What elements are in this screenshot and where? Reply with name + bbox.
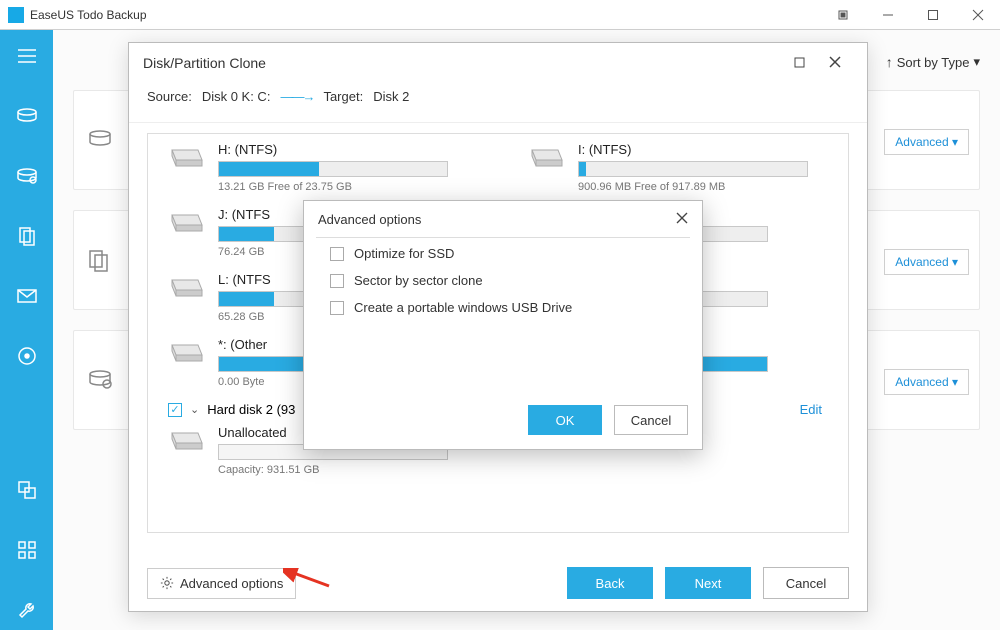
app-logo-icon [8, 7, 24, 23]
partition-capacity: Capacity: 931.51 GB [218, 464, 828, 476]
card-file-icon [88, 249, 110, 278]
disk-icon [528, 146, 564, 174]
disk-backup-icon[interactable] [0, 96, 53, 136]
disk-icon [168, 341, 204, 369]
sort-label: Sort by Type [897, 55, 970, 70]
dialog-title: Disk/Partition Clone [143, 55, 266, 71]
card-advanced-button[interactable]: Advanced ▾ [884, 249, 969, 275]
checkbox-icon[interactable] [330, 274, 344, 288]
card-disk-icon [88, 129, 112, 154]
popup-title: Advanced options [318, 212, 421, 227]
window-maximize-button[interactable] [910, 0, 955, 30]
window-minimize-button[interactable] [865, 0, 910, 30]
target-value: Disk 2 [373, 89, 409, 104]
advanced-options-popup: Advanced options Optimize for SSD Sector… [303, 200, 703, 450]
arrow-right-icon: ——→ [280, 89, 313, 104]
clone-icon[interactable] [0, 470, 53, 510]
smart-backup-icon[interactable] [0, 336, 53, 376]
chevron-down-icon[interactable]: ⌄ [190, 403, 199, 416]
edit-link[interactable]: Edit [800, 402, 822, 417]
cancel-button[interactable]: Cancel [763, 567, 849, 599]
partition-name: H: (NTFS) [218, 142, 468, 157]
sidebar [0, 30, 53, 630]
popup-ok-button[interactable]: OK [528, 405, 602, 435]
window-close-button[interactable] [955, 0, 1000, 30]
partition-free: 900.96 MB Free of 917.89 MB [578, 181, 828, 193]
tools-icon[interactable] [0, 590, 53, 630]
card-system-icon [88, 369, 112, 394]
disk-icon [168, 429, 204, 457]
app-title: EaseUS Todo Backup [30, 8, 147, 22]
dialog-maximize-button[interactable] [781, 56, 817, 71]
target-label: Target: [323, 89, 363, 104]
card-advanced-button[interactable]: Advanced ▾ [884, 369, 969, 395]
dropdown-caret-icon: ▾ [973, 54, 980, 70]
popup-cancel-button[interactable]: Cancel [614, 405, 688, 435]
source-value: Disk 0 K: C: [202, 89, 271, 104]
mail-backup-icon[interactable] [0, 276, 53, 316]
checkbox-icon[interactable] [330, 301, 344, 315]
back-button[interactable]: Back [567, 567, 653, 599]
option-optimize-ssd[interactable]: Optimize for SSD [330, 246, 676, 261]
option-portable-usb[interactable]: Create a portable windows USB Drive [330, 300, 676, 315]
dialog-close-button[interactable] [817, 56, 853, 71]
next-button[interactable]: Next [665, 567, 751, 599]
advanced-options-label: Advanced options [180, 576, 283, 591]
source-label: Source: [147, 89, 192, 104]
system-backup-icon[interactable] [0, 156, 53, 196]
advanced-options-button[interactable]: Advanced options [147, 568, 296, 599]
card-advanced-button[interactable]: Advanced ▾ [884, 129, 969, 155]
menu-icon[interactable] [0, 36, 53, 76]
gear-icon [160, 576, 174, 590]
hard-disk-2-label: Hard disk 2 (93 [207, 402, 295, 417]
option-sector-clone[interactable]: Sector by sector clone [330, 273, 676, 288]
disk-icon [168, 276, 204, 304]
checkbox-icon[interactable] [330, 247, 344, 261]
window-extra-button[interactable] [820, 0, 865, 30]
checkbox-icon[interactable]: ✓ [168, 403, 182, 417]
file-backup-icon[interactable] [0, 216, 53, 256]
sort-arrow-icon: ↑ [886, 54, 893, 70]
window-titlebar: EaseUS Todo Backup [0, 0, 1000, 30]
partition-free: 13.21 GB Free of 23.75 GB [218, 181, 468, 193]
disk-icon [168, 211, 204, 239]
apps-icon[interactable] [0, 530, 53, 570]
sort-by-type[interactable]: ↑ Sort by Type ▾ [886, 54, 980, 70]
disk-icon [168, 146, 204, 174]
partition-name: I: (NTFS) [578, 142, 828, 157]
popup-close-button[interactable] [676, 211, 688, 227]
partition-bar [218, 161, 448, 177]
partition-bar [578, 161, 808, 177]
